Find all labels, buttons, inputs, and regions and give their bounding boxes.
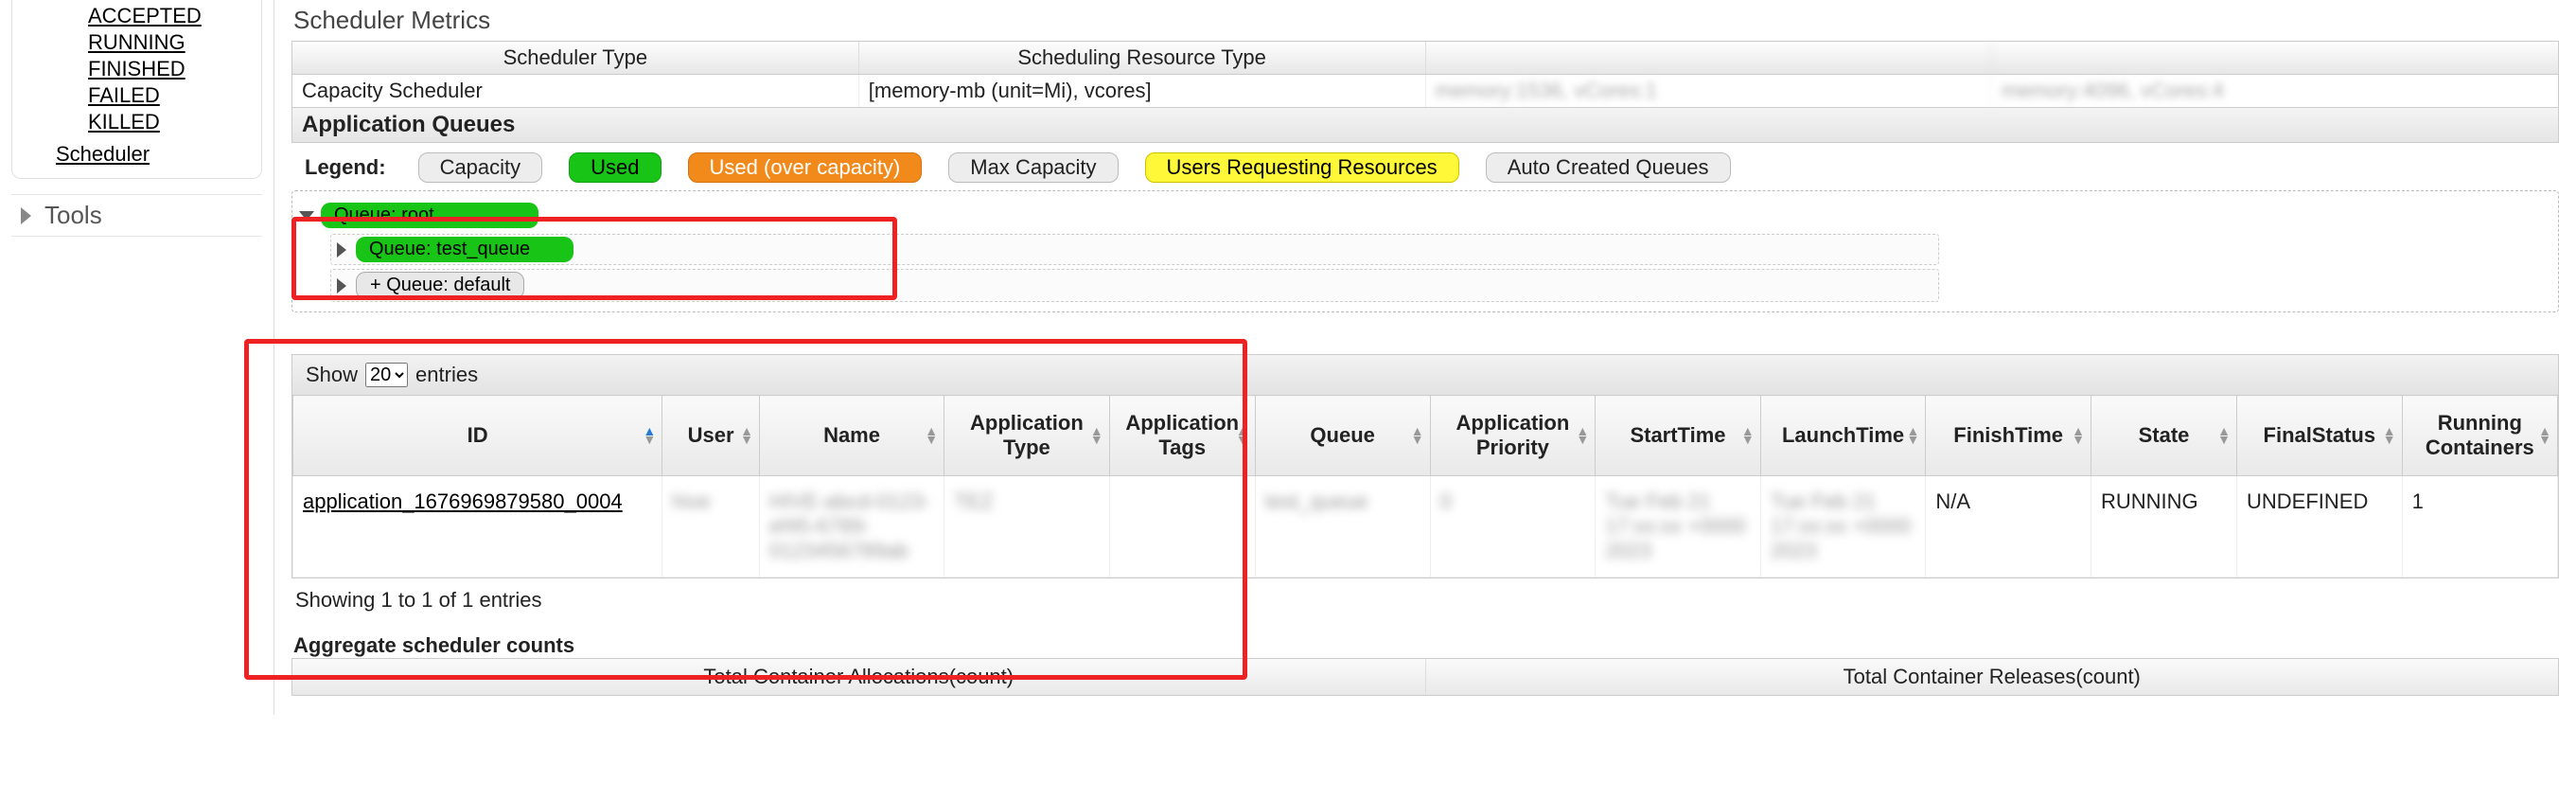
col-total-release: Total Container Releases(count) [1426, 659, 2559, 695]
val-scheduler-type: Capacity Scheduler [292, 75, 859, 107]
legend-row: Legend: Capacity Used Used (over capacit… [291, 143, 2559, 185]
col-finishtime[interactable]: FinishTime▲▼ [1926, 396, 2091, 476]
main-content: Scheduler Metrics Scheduler Type Schedul… [274, 0, 2576, 715]
sidebar-tools[interactable]: Tools [11, 194, 262, 237]
legend-max: Max Capacity [948, 152, 1118, 183]
queue-tree: Queue: root Queue: test_queue + Queue: d… [291, 190, 2559, 312]
applications-table: Show 20 entries [291, 354, 2559, 578]
col-starttime[interactable]: StartTime▲▼ [1596, 396, 1761, 476]
show-label-pre: Show [306, 363, 358, 387]
legend-auto: Auto Created Queues [1486, 152, 1731, 183]
sidebar-state-finished[interactable]: FINISHED [88, 57, 185, 80]
col-app-tags[interactable]: Application Tags▲▼ [1109, 396, 1255, 476]
sidebar-nav: ACCEPTED RUNNING FINISHED FAILED KILLED … [11, 0, 262, 179]
val-resource-type: [memory-mb (unit=Mi), vcores] [859, 75, 1426, 107]
col-finalstatus[interactable]: FinalStatus▲▼ [2237, 396, 2403, 476]
table-length-control: Show 20 entries [292, 355, 2558, 395]
val-max-alloc: memory:4096, vCores:4 [1992, 75, 2558, 107]
queue-root-row[interactable]: Queue: root [298, 201, 2549, 230]
cell-launch: Tue Feb 21 17:xx:xx +0000 2023 [1771, 489, 1912, 562]
legend-users: Users Requesting Resources [1145, 152, 1459, 183]
cell-queue: test_queue [1265, 489, 1368, 513]
table-header-row: ID▲▼ User▲▼ Name▲▼ Application Type▲▼ Ap… [293, 396, 2558, 476]
sidebar-state-killed[interactable]: KILLED [88, 110, 160, 133]
cell-priority: 0 [1440, 489, 1452, 513]
sidebar-scheduler-link[interactable]: Scheduler [56, 142, 150, 166]
queue-child-chip: Queue: test_queue [356, 237, 573, 262]
col-launchtime[interactable]: LaunchTime▲▼ [1760, 396, 1926, 476]
aggregate-header: Total Container Allocations(count) Total… [291, 658, 2559, 696]
aggregate-title: Aggregate scheduler counts [293, 633, 2559, 658]
sidebar-state-accepted[interactable]: ACCEPTED [88, 4, 202, 27]
col-id[interactable]: ID▲▼ [293, 396, 662, 476]
scheduler-metrics-header: Scheduler Type Scheduling Resource Type [291, 41, 2559, 75]
sidebar-state-failed[interactable]: FAILED [88, 83, 160, 107]
legend-used: Used [569, 152, 661, 183]
app-id-link[interactable]: application_1676969879580_0004 [303, 489, 623, 513]
page-size-select[interactable]: 20 [365, 363, 408, 387]
col-state[interactable]: State▲▼ [2091, 396, 2236, 476]
caret-right-icon [337, 242, 346, 258]
table-info: Showing 1 to 1 of 1 entries [291, 578, 2559, 622]
cell-state: RUNNING [2091, 476, 2236, 578]
col-name[interactable]: Name▲▼ [759, 396, 944, 476]
col-scheduler-type: Scheduler Type [292, 42, 859, 74]
caret-down-icon [299, 211, 314, 221]
cell-running: 1 [2402, 476, 2557, 578]
app-queues-title: Application Queues [291, 108, 2559, 143]
col-min-alloc [1426, 42, 1993, 74]
col-max-alloc [1992, 42, 2558, 74]
queue-root-chip: Queue: root [321, 203, 538, 228]
scheduler-metrics-title: Scheduler Metrics [293, 6, 2559, 35]
sidebar: ACCEPTED RUNNING FINISHED FAILED KILLED … [0, 0, 274, 715]
col-user[interactable]: User▲▼ [662, 396, 760, 476]
cell-name: HIVE-abcd-0123-ef45-6789-0123456789ab [769, 489, 930, 562]
cell-user: hive [672, 489, 710, 513]
val-min-alloc: memory:1536, vCores:1 [1426, 75, 1993, 107]
sidebar-state-running[interactable]: RUNNING [88, 30, 185, 54]
show-label-post: entries [415, 363, 478, 387]
cell-start: Tue Feb 21 17:xx:xx +0000 2023 [1605, 489, 1746, 562]
cell-finish: N/A [1926, 476, 2091, 578]
legend-used-over: Used (over capacity) [688, 152, 923, 183]
col-resource-type: Scheduling Resource Type [859, 42, 1426, 74]
col-priority[interactable]: Application Priority▲▼ [1430, 396, 1596, 476]
queue-child-row[interactable]: + Queue: default [330, 269, 1939, 302]
legend-label: Legend: [305, 155, 386, 180]
chevron-right-icon [21, 207, 31, 224]
col-total-alloc: Total Container Allocations(count) [292, 659, 1426, 695]
table-row: application_1676969879580_0004 hive HIVE… [293, 476, 2558, 578]
col-app-type[interactable]: Application Type▲▼ [944, 396, 1110, 476]
col-running[interactable]: Running Containers▲▼ [2402, 396, 2557, 476]
scheduler-metrics-row: Capacity Scheduler [memory-mb (unit=Mi),… [291, 75, 2559, 108]
legend-capacity: Capacity [418, 152, 543, 183]
cell-type: TEZ [954, 489, 994, 513]
cell-final: UNDEFINED [2237, 476, 2403, 578]
sidebar-tools-label: Tools [44, 201, 102, 230]
col-queue[interactable]: Queue▲▼ [1255, 396, 1430, 476]
caret-right-icon [337, 278, 346, 293]
queue-child-chip: + Queue: default [356, 272, 524, 299]
queue-child-row[interactable]: Queue: test_queue [330, 234, 1939, 265]
